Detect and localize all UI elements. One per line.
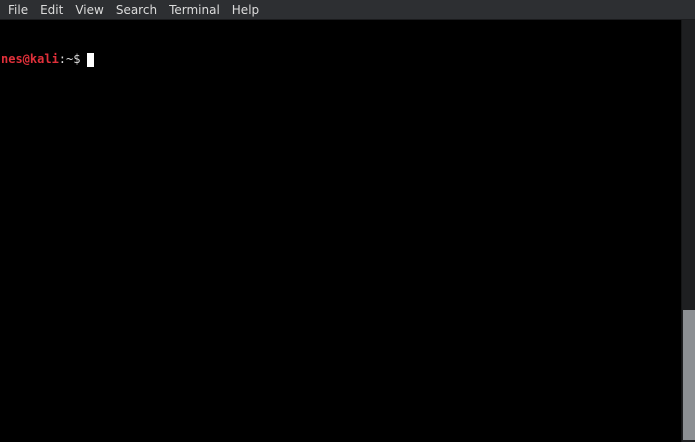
text-cursor bbox=[86, 52, 94, 67]
menu-view[interactable]: View bbox=[69, 0, 109, 20]
prompt-symbol: $ bbox=[73, 52, 81, 66]
vertical-scrollbar[interactable] bbox=[681, 20, 695, 442]
prompt-line: nes@kali: ~ $ bbox=[1, 52, 681, 67]
menu-help[interactable]: Help bbox=[226, 0, 265, 20]
terminal-window: File Edit View Search Terminal Help nes@… bbox=[0, 0, 695, 442]
menu-edit[interactable]: Edit bbox=[34, 0, 69, 20]
prompt-separator: : bbox=[58, 52, 67, 66]
scrollbar-thumb[interactable] bbox=[683, 310, 695, 440]
menu-search[interactable]: Search bbox=[110, 0, 163, 20]
prompt-path: ~ bbox=[66, 52, 74, 66]
terminal-area[interactable]: nes@kali: ~ $ bbox=[0, 20, 681, 442]
menu-file[interactable]: File bbox=[2, 0, 34, 20]
prompt-user-host: nes@kali bbox=[1, 52, 59, 66]
menu-terminal[interactable]: Terminal bbox=[163, 0, 226, 20]
menu-bar: File Edit View Search Terminal Help bbox=[0, 0, 695, 20]
